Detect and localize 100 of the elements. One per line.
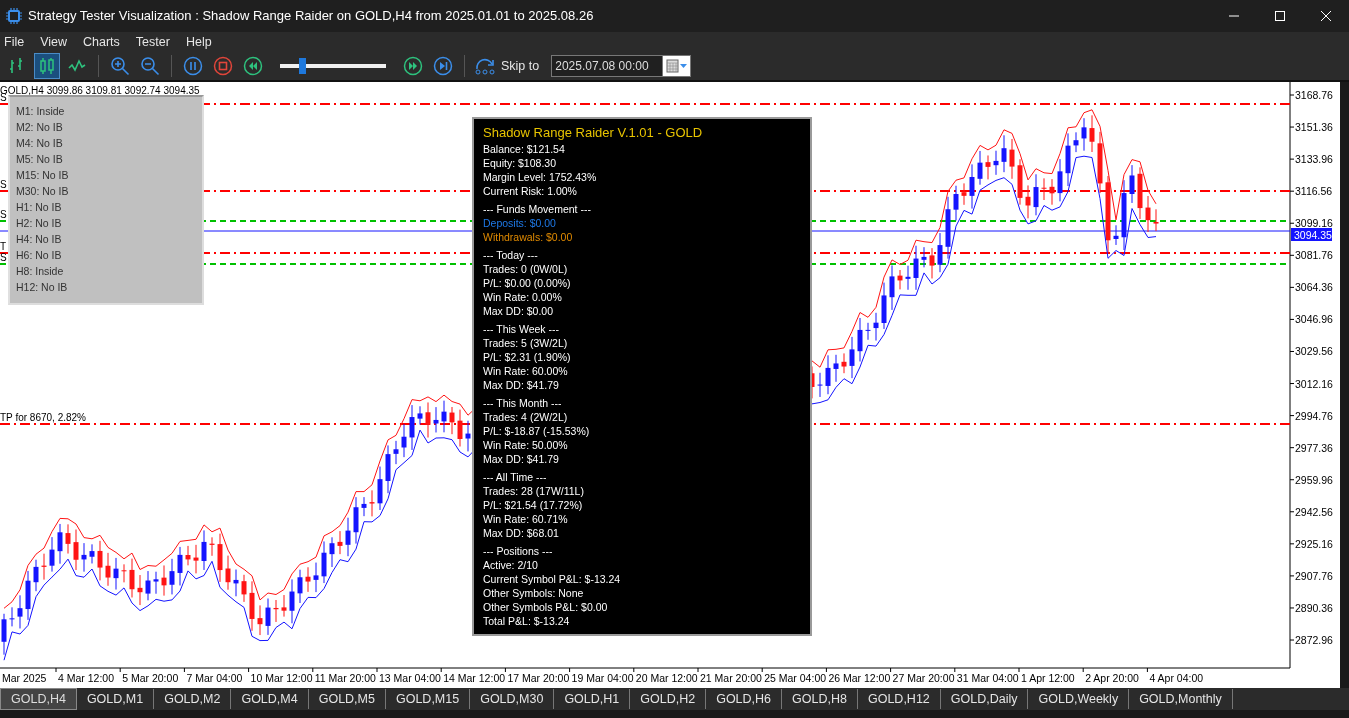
loop-arrow-icon — [474, 57, 496, 75]
price-tick-label: 2977.36 — [1295, 441, 1333, 454]
symbol-tab[interactable]: GOLD,Monthly — [1129, 689, 1233, 709]
time-tick-label: 21 Mar 20:00 — [700, 672, 762, 684]
stats-line: Trades: 4 (2W/2L) — [483, 410, 569, 424]
date-field[interactable]: 2025.07.08 00:00 — [551, 55, 664, 77]
tick-mark — [119, 667, 121, 673]
price-tick-label: 3099.16 — [1295, 217, 1333, 230]
tick-mark — [761, 667, 763, 673]
ib-status: H6: No IB — [16, 248, 63, 263]
tick-mark — [1289, 286, 1295, 288]
section-heading: --- Today --- — [483, 248, 539, 262]
time-tick-label: 1 Apr 12:00 — [1021, 672, 1075, 684]
tick-mark — [1289, 126, 1295, 128]
time-tick-label: Mar 2025 — [2, 672, 47, 684]
tick-mark — [1289, 479, 1295, 481]
price-tick-label: 3064.36 — [1295, 281, 1333, 294]
chip-icon — [6, 8, 22, 24]
time-tick-label: 7 Mar 04:00 — [186, 672, 243, 684]
menu-item[interactable]: View — [36, 32, 80, 52]
symbol-tab[interactable]: GOLD,M5 — [308, 689, 386, 709]
time-tick-label: 26 Mar 12:00 — [828, 672, 891, 684]
section-heading: --- This Month --- — [483, 396, 563, 410]
pause-icon — [183, 56, 203, 76]
tick-mark — [1289, 447, 1295, 449]
tick-mark — [183, 667, 185, 673]
slider-thumb[interactable] — [299, 58, 307, 74]
symbol-tab[interactable]: GOLD,M4 — [231, 689, 309, 709]
tick-mark — [1289, 158, 1295, 160]
menu-item[interactable]: Charts — [79, 32, 132, 52]
tick-mark — [633, 667, 635, 673]
zoom-in-icon — [110, 56, 130, 76]
tick-mark — [1289, 639, 1295, 641]
time-tick-label: 17 Mar 20:00 — [507, 672, 570, 684]
tick-mark — [1289, 511, 1295, 513]
symbol-tab[interactable]: GOLD,M1 — [76, 689, 155, 709]
tick-mark — [248, 667, 250, 673]
ib-status: H1: No IB — [16, 200, 63, 215]
calendar-button[interactable] — [663, 55, 692, 77]
stats-line: Win Rate: 0.00% — [483, 290, 563, 304]
symbol-tab[interactable]: GOLD,H2 — [630, 689, 707, 709]
symbol-tab[interactable]: GOLD,Weekly — [1028, 689, 1130, 709]
symbol-tab[interactable]: GOLD,M2 — [154, 689, 232, 709]
tick-mark — [1289, 415, 1295, 417]
stats-line: Max DD: $41.79 — [483, 378, 560, 392]
tick-mark — [1289, 351, 1295, 352]
tick-mark — [1289, 575, 1295, 577]
menu-item[interactable]: Help — [181, 32, 224, 52]
tick-mark — [1289, 607, 1295, 609]
stats-line: Margin Level: 1752.43% — [483, 170, 598, 184]
time-tick-label: 25 Mar 04:00 — [764, 672, 827, 684]
ib-status: H8: Inside — [16, 264, 65, 279]
symbol-tab[interactable]: GOLD,Daily — [940, 689, 1029, 709]
tick-mark — [1289, 190, 1295, 192]
menu-item[interactable]: File — [0, 32, 37, 52]
symbol-tab[interactable]: GOLD,H4 — [0, 688, 77, 710]
tick-mark — [440, 667, 442, 673]
tick-mark — [1289, 318, 1295, 320]
stats-line: Max DD: $0.00 — [483, 304, 555, 318]
stats-line: Active: 2/10 — [483, 558, 539, 572]
tick-mark — [697, 667, 699, 673]
price-tick-label: 3012.16 — [1295, 377, 1333, 390]
ib-status: H12: No IB — [16, 280, 69, 295]
stats-line: Current Symbol P&L: $-13.24 — [483, 572, 622, 586]
menu-item[interactable]: Tester — [131, 32, 182, 52]
tick-mark — [1289, 222, 1295, 224]
tick-mark — [890, 667, 892, 673]
time-tick-label: 2 Apr 20:00 — [1085, 672, 1139, 684]
time-tick-label: 31 Mar 04:00 — [956, 672, 1019, 684]
time-tick-label: 11 Mar 20:00 — [314, 672, 376, 684]
symbol-tab[interactable]: GOLD,H6 — [706, 689, 783, 709]
skip-to-end-icon — [433, 56, 453, 76]
symbol-tab[interactable]: GOLD,H1 — [554, 689, 631, 709]
time-tick-label: 5 Mar 20:00 — [122, 672, 179, 684]
calendar-icon — [665, 59, 688, 73]
tick-mark — [55, 667, 57, 673]
tick-mark — [312, 667, 314, 673]
price-tick-label: 2959.96 — [1295, 473, 1333, 486]
symbol-tab[interactable]: GOLD,M30 — [470, 689, 555, 709]
price-tick-label: 3081.76 — [1295, 249, 1333, 262]
price-tick-label: 2994.76 — [1295, 409, 1333, 422]
rewind-icon — [243, 56, 263, 76]
price-tick-label: 2872.96 — [1295, 634, 1333, 646]
stats-line: Other Symbols: None — [483, 586, 585, 600]
current-price-tag: 3094.35 — [1291, 228, 1332, 241]
stats-line: Win Rate: 60.00% — [483, 364, 569, 378]
tick-mark — [1146, 667, 1148, 673]
level-label: S — [0, 252, 7, 263]
chart-mode-button[interactable] — [34, 53, 60, 79]
level-label: TP for 8670, 2.82% — [0, 412, 86, 423]
stats-line: P/L: $2.31 (1.90%) — [483, 350, 572, 364]
symbol-tab[interactable]: GOLD,H12 — [857, 689, 941, 709]
symbol-tab[interactable]: GOLD,H8 — [782, 689, 858, 709]
withdrawals-line: Withdrawals: $0.00 — [483, 230, 574, 244]
time-tick-label: 10 Mar 12:00 — [250, 672, 313, 684]
tick-mark — [1289, 254, 1295, 256]
symbol-tab[interactable]: GOLD,M15 — [385, 689, 471, 709]
price-tick-label: 3168.76 — [1295, 89, 1333, 101]
stats-line: Win Rate: 60.71% — [483, 512, 569, 526]
price-tick-label: 3151.36 — [1295, 121, 1333, 134]
